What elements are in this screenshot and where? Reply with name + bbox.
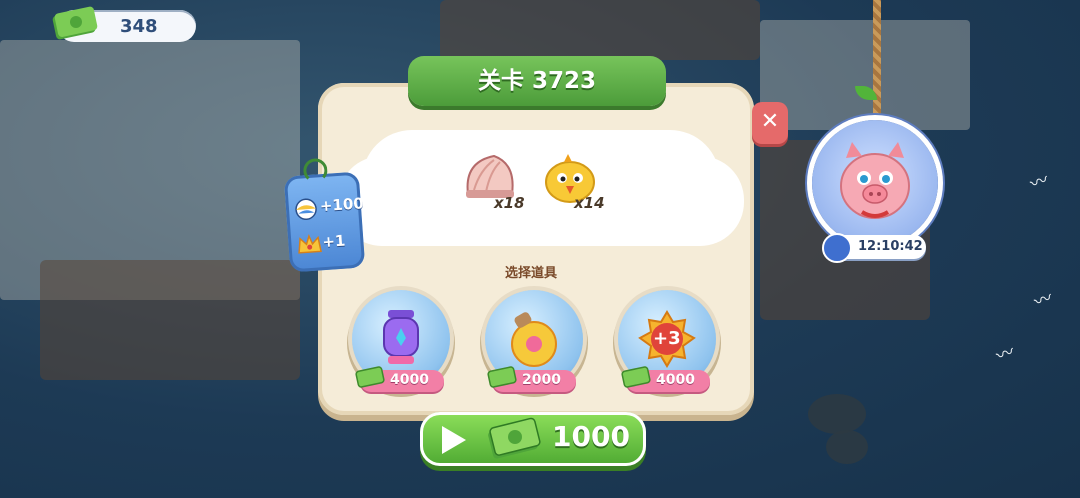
cash-icon: [52, 6, 98, 40]
cash-icon: [355, 366, 385, 388]
currency-counter[interactable]: 348: [52, 6, 196, 42]
pig-icon: [840, 142, 910, 219]
play-cost: 1000: [552, 420, 630, 453]
select-boosters-label: 选择道具: [505, 266, 558, 281]
booster-price: 2000: [487, 366, 576, 392]
reward-value: +1: [321, 231, 346, 252]
play-button[interactable]: 1000: [420, 412, 646, 466]
close-icon: ✕: [760, 109, 780, 134]
close-button[interactable]: ✕: [752, 102, 788, 144]
level-title-bar: 关卡 3723: [408, 56, 666, 106]
booster-price-value: 2000: [522, 372, 561, 388]
play-icon: [442, 426, 466, 454]
booster-price-value: 4000: [656, 372, 695, 388]
currency-amount: 348: [120, 16, 158, 37]
level-title: 关卡 3723: [477, 68, 597, 94]
event-avatar[interactable]: [812, 120, 938, 246]
booster-price: 4000: [621, 366, 710, 392]
timer-value: 12:10:42: [858, 239, 923, 254]
reward-tag: +100 +1: [283, 157, 366, 273]
cash-icon: [487, 366, 517, 388]
reward-crown: +1: [294, 228, 362, 259]
clock-icon: [822, 233, 852, 263]
beach-ball-icon: [295, 198, 317, 221]
booster-price: 4000: [355, 366, 444, 392]
reward-value: +100: [319, 194, 365, 216]
booster-badge: +3: [653, 328, 681, 349]
cash-icon: [488, 417, 541, 459]
tag-hook: [302, 157, 329, 184]
event-timer: 12:10:42: [822, 233, 926, 263]
crown-icon: [298, 233, 322, 254]
goal-count: x14: [574, 194, 605, 212]
reward-beach-ball: +100: [291, 192, 364, 223]
rope: [873, 0, 881, 124]
booster-price-value: 4000: [390, 372, 429, 388]
goal-item-chick: x14: [540, 150, 620, 220]
cash-icon: [621, 366, 651, 388]
goal-item-shell: x18: [460, 150, 540, 220]
goal-count: x18: [494, 194, 525, 212]
